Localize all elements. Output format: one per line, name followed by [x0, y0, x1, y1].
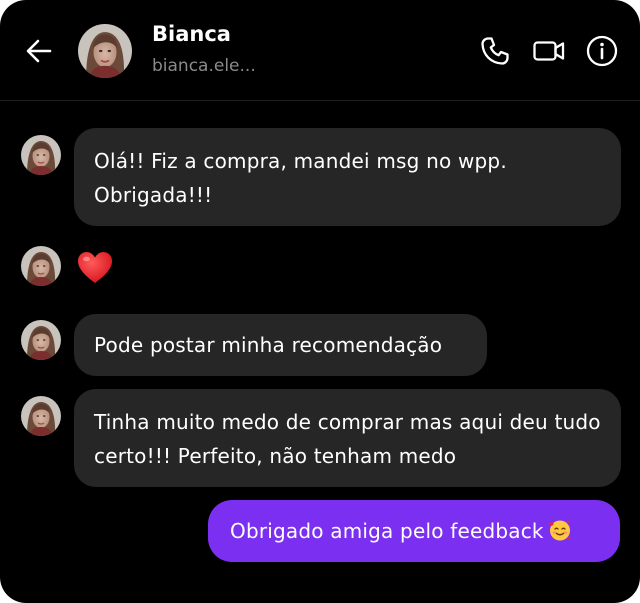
- sender-avatar[interactable]: [21, 135, 61, 175]
- message-bubble-incoming[interactable]: Pode postar minha recomendação: [74, 314, 487, 376]
- video-camera-icon[interactable]: [532, 34, 566, 68]
- message-bubble-incoming[interactable]: Olá!! Fiz a compra, mandei msg no wpp. O…: [74, 128, 621, 226]
- back-arrow-icon[interactable]: [22, 34, 56, 68]
- contact-handle[interactable]: bianca.ele...: [152, 56, 256, 76]
- smiling-face-with-hearts-icon: [548, 518, 572, 542]
- conversation-header: Bianca bianca.ele...: [0, 0, 640, 101]
- contact-name[interactable]: Bianca: [152, 22, 231, 46]
- message-bubble-incoming[interactable]: Tinha muito medo de comprar mas aqui deu…: [74, 389, 621, 487]
- info-icon[interactable]: [585, 34, 619, 68]
- sender-avatar[interactable]: [21, 396, 61, 436]
- message-bubble-outgoing[interactable]: Obrigado amiga pelo feedback: [208, 500, 620, 562]
- phone-icon[interactable]: [478, 34, 512, 68]
- dm-conversation-screen: Bianca bianca.ele... Olá!! Fiz a compra,…: [0, 0, 640, 603]
- sender-avatar[interactable]: [21, 320, 61, 360]
- sender-avatar[interactable]: [21, 246, 61, 286]
- red-heart-emoji-message[interactable]: [76, 249, 114, 287]
- message-text: Obrigado amiga pelo feedback: [230, 519, 544, 543]
- contact-avatar[interactable]: [78, 24, 132, 78]
